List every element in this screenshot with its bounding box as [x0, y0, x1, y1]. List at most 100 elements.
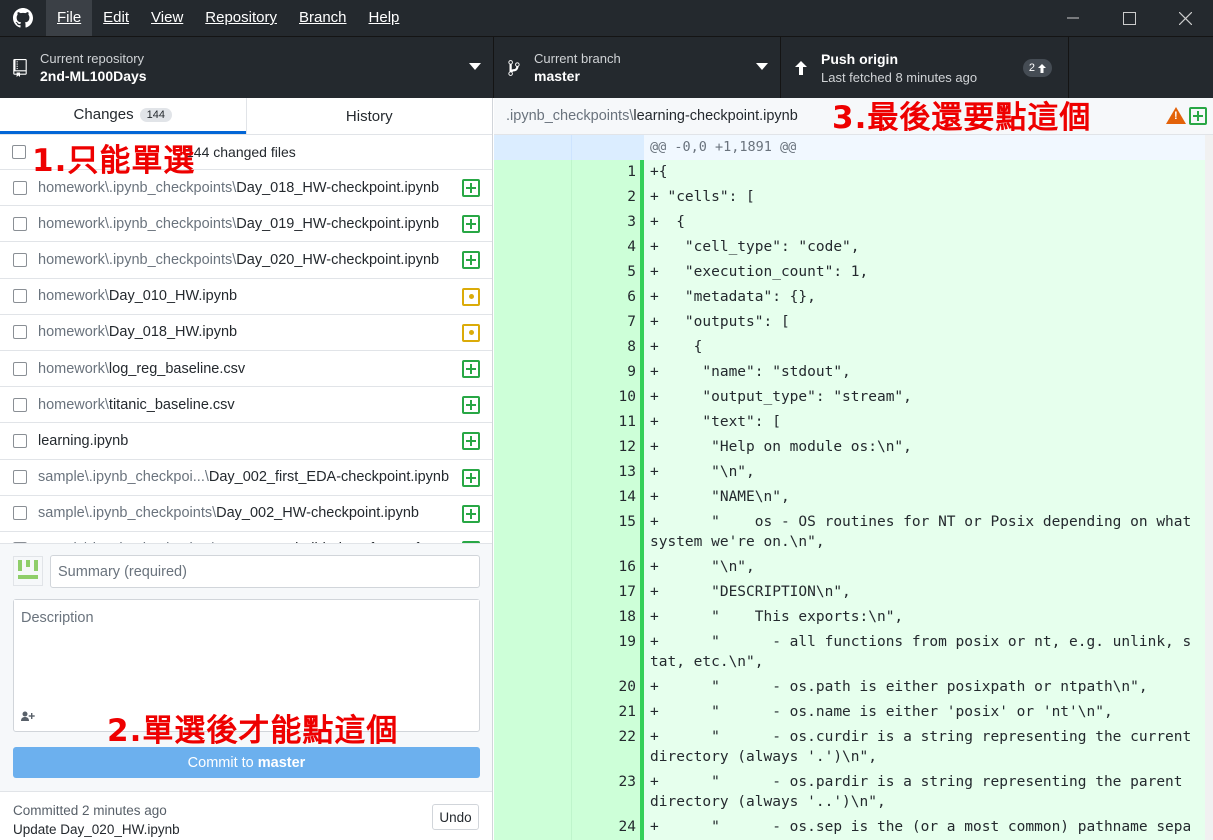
diff-line[interactable]: 17 + "DESCRIPTION\n", — [494, 580, 1205, 605]
line-number: 11 — [572, 410, 644, 435]
diff-line[interactable]: 14 + "NAME\n", — [494, 485, 1205, 510]
file-path: homework\Day_010_HW.ipynb — [38, 288, 237, 304]
file-checkbox[interactable] — [13, 397, 27, 412]
diff-line[interactable]: 2 + "cells": [ — [494, 185, 1205, 210]
diff-file-name: learning-checkpoint.ipynb — [633, 108, 798, 124]
file-row[interactable]: homework\titanic_baseline.csv — [0, 387, 492, 424]
line-number: 18 — [572, 605, 644, 630]
diff-line[interactable]: 23 + " - os.pardir is a string representi… — [494, 770, 1205, 815]
file-row[interactable]: sample\.ipynb_checkpoints\Day_002_HW-che… — [0, 496, 492, 532]
current-branch-dropdown[interactable]: Current branch master — [494, 37, 781, 98]
menu-edit[interactable]: Edit — [92, 0, 140, 36]
tab-history[interactable]: History — [245, 98, 493, 134]
diff-line[interactable]: 20 + " - os.path is either posixpath or n… — [494, 675, 1205, 700]
menu-repository[interactable]: Repository — [194, 0, 288, 36]
add-coauthor-icon[interactable] — [21, 711, 35, 725]
push-origin-button[interactable]: Push origin Last fetched 8 minutes ago 2 — [781, 37, 1069, 98]
file-checkbox[interactable] — [13, 252, 27, 267]
diff-line[interactable]: 4 + "cell_type": "code", — [494, 235, 1205, 260]
chevron-down-icon — [469, 63, 481, 70]
file-checkbox[interactable] — [13, 433, 27, 448]
file-row[interactable]: homework\log_reg_baseline.csv — [0, 351, 492, 388]
line-code: + " - os.pardir is a string representing… — [650, 774, 1192, 810]
commit-panel: Commit to master Committed 2 minutes ago… — [0, 543, 492, 840]
arrow-up-icon — [781, 60, 821, 75]
file-path: homework\Day_018_HW.ipynb — [38, 324, 237, 340]
diff-line[interactable]: 9 + "name": "stdout", — [494, 360, 1205, 385]
menu-view[interactable]: View — [140, 0, 194, 36]
line-number: 5 — [572, 260, 644, 285]
file-checkbox[interactable] — [13, 325, 27, 340]
identicon-icon — [18, 560, 38, 579]
diff-line[interactable]: 6 + "metadata": {}, — [494, 285, 1205, 310]
diff-line[interactable]: 19 + " - all functions from posix or nt, … — [494, 630, 1205, 675]
annotation-1: 1.只能單選 — [32, 143, 196, 179]
diff-scrollbar[interactable] — [1205, 135, 1213, 840]
warning-icon[interactable] — [1166, 107, 1186, 124]
menu-branch[interactable]: Branch — [288, 0, 358, 36]
file-row[interactable]: homework\Day_018_HW.ipynb — [0, 315, 492, 351]
file-checkbox[interactable] — [13, 506, 27, 521]
undo-button[interactable]: Undo — [432, 804, 479, 830]
diff-line[interactable]: 1 +{ — [494, 160, 1205, 185]
file-added-icon — [462, 432, 480, 451]
diff-line[interactable]: 5 + "execution_count": 1, — [494, 260, 1205, 285]
diff-line[interactable]: 11 + "text": [ — [494, 410, 1205, 435]
diff-line[interactable]: 12 + "Help on module os:\n", — [494, 435, 1205, 460]
file-row[interactable]: homework\.ipynb_checkpoints\Day_019_HW-c… — [0, 206, 492, 243]
diff-line[interactable]: 22 + " - os.curdir is a string representi… — [494, 725, 1205, 770]
commit-button[interactable]: Commit to master — [13, 747, 480, 778]
file-row[interactable]: learning.ipynb — [0, 423, 492, 460]
chevron-down-icon — [756, 63, 768, 70]
file-row[interactable]: homework\Day_010_HW.ipynb — [0, 279, 492, 315]
file-name: Day_020_HW-checkpoint.ipynb — [236, 251, 440, 268]
toolbar: Current repository 2nd-ML100Days Current… — [0, 36, 1213, 98]
changes-count-badge: 144 — [139, 107, 172, 122]
file-name: Day_018_HW-checkpoint.ipynb — [236, 179, 440, 196]
line-code: + " - all functions from posix or nt, e.… — [650, 634, 1192, 670]
line-number: 13 — [572, 460, 644, 485]
file-name: learning.ipynb — [38, 432, 129, 449]
changed-files-count: 144 changed files — [186, 144, 296, 160]
diff-line[interactable]: 24 + " - os.sep is the (or a most common)… — [494, 815, 1205, 840]
minimize-button[interactable] — [1045, 0, 1101, 36]
line-code: +{ — [650, 164, 668, 180]
select-all-checkbox[interactable] — [12, 145, 26, 159]
line-code: + " - os.curdir is a string representing… — [650, 729, 1200, 765]
line-number: 16 — [572, 555, 644, 580]
file-row[interactable]: homework\.ipynb_checkpoints\Day_020_HW-c… — [0, 242, 492, 279]
file-checkbox[interactable] — [13, 289, 27, 304]
file-row[interactable]: sample\.ipynb_checkpoi...\Day_002_first_… — [0, 460, 492, 496]
repo-label: Current repository — [40, 50, 145, 66]
file-name: Day_018_HW.ipynb — [108, 324, 238, 341]
current-repository-dropdown[interactable]: Current repository 2nd-ML100Days — [0, 37, 494, 98]
diff-line[interactable]: 15 + " os - OS routines for NT or Posix d… — [494, 510, 1205, 555]
file-checkbox[interactable] — [13, 180, 27, 195]
diff-line[interactable]: 3 + { — [494, 210, 1205, 235]
menu-help[interactable]: Help — [358, 0, 411, 36]
diff-line[interactable]: 18 + " This exports:\n", — [494, 605, 1205, 630]
close-window-button[interactable] — [1157, 0, 1213, 36]
tab-changes[interactable]: Changes 144 — [0, 98, 246, 134]
line-code: + "\n", — [650, 559, 755, 575]
file-dir: homework\ — [38, 396, 109, 413]
file-modified-icon — [462, 323, 480, 342]
file-row[interactable]: sample\.ipynb_checkpoints\Day_003-1_buil… — [0, 532, 492, 543]
diff-line[interactable]: 13 + "\n", — [494, 460, 1205, 485]
file-dir: homework\ — [38, 288, 109, 305]
commit-summary-input[interactable] — [50, 555, 480, 588]
line-code: + " - os.path is either posixpath or ntp… — [650, 679, 1148, 695]
diff-line[interactable]: 21 + " - os.name is either 'posix' or 'nt… — [494, 700, 1205, 725]
diff-line[interactable]: 7 + "outputs": [ — [494, 310, 1205, 335]
maximize-button[interactable] — [1101, 0, 1157, 36]
file-checkbox[interactable] — [13, 470, 27, 485]
line-code: + { — [650, 339, 703, 355]
diff-line[interactable]: 10 + "output_type": "stream", — [494, 385, 1205, 410]
commit-description-input[interactable] — [14, 600, 479, 700]
file-checkbox[interactable] — [13, 216, 27, 231]
menu-file[interactable]: File — [46, 0, 93, 36]
commit-button-prefix: Commit to — [187, 754, 254, 771]
file-checkbox[interactable] — [13, 361, 27, 376]
diff-line[interactable]: 8 + { — [494, 335, 1205, 360]
diff-line[interactable]: 16 + "\n", — [494, 555, 1205, 580]
